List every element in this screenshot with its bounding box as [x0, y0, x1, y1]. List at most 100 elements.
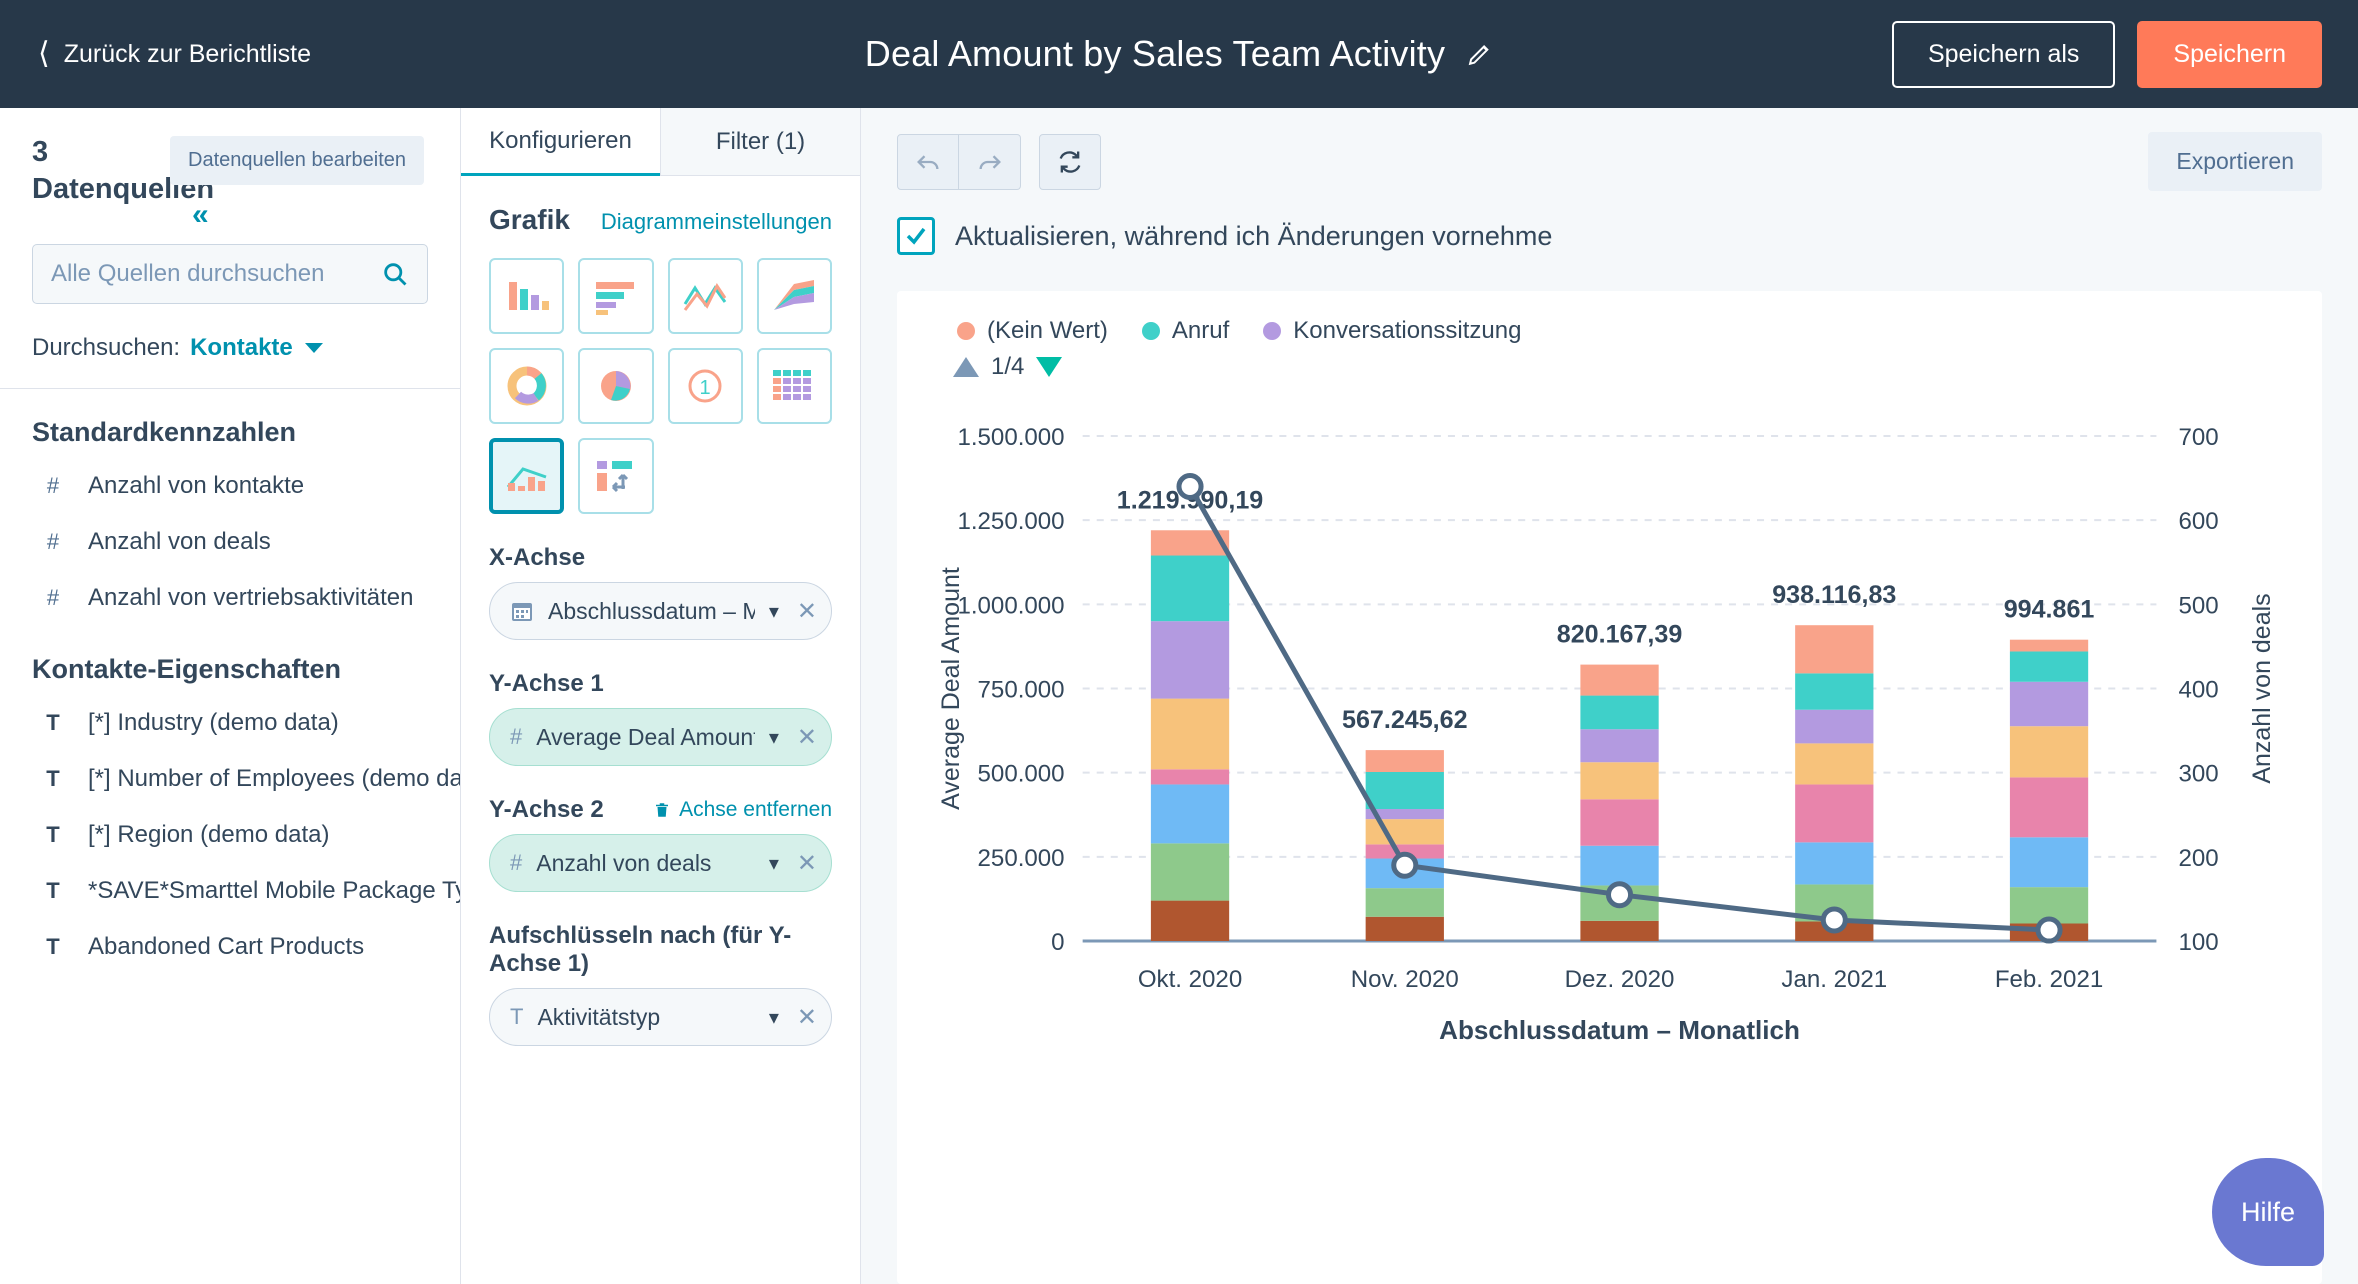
- field-label: *SAVE*Smarttel Mobile Package Type: [88, 877, 460, 905]
- chart-type-grid: 1: [489, 258, 832, 514]
- chevron-down-icon[interactable]: ▾: [769, 1005, 779, 1030]
- x-axis-label: X-Achse: [489, 544, 586, 571]
- grid-chart-icon[interactable]: [756, 348, 832, 424]
- live-update-checkbox[interactable]: [897, 217, 935, 255]
- text-icon: T: [46, 710, 60, 736]
- remove-axis-button[interactable]: Achse entfernen: [653, 798, 832, 822]
- undo-redo-group: [897, 133, 1021, 190]
- search-input[interactable]: [51, 260, 381, 289]
- svg-text:400: 400: [2178, 677, 2218, 704]
- top-bar: ⟨ Zurück zur Berichtliste Deal Amount by…: [0, 0, 2358, 108]
- pencil-icon[interactable]: [1467, 41, 1493, 67]
- x-axis-select[interactable]: Abschlussdatum – Monatlich ▾ ✕: [489, 582, 832, 640]
- chart-settings-link[interactable]: Diagrammeinstellungen: [601, 209, 832, 235]
- chart-plot-area: 0 250.000 500.000 750.000 1.000.000 1.250.000…: [897, 381, 2322, 1081]
- svg-text:600: 600: [2178, 508, 2218, 535]
- number-icon: #: [46, 529, 60, 555]
- source-search-box[interactable]: [32, 244, 428, 305]
- redo-icon[interactable]: [959, 133, 1021, 190]
- legend-label: (Kein Wert): [987, 317, 1108, 344]
- page-title: Deal Amount by Sales Team Activity: [864, 33, 1446, 74]
- edit-data-sources-button[interactable]: Datenquellen bearbeiten: [170, 136, 424, 185]
- pivot-table-icon[interactable]: [578, 438, 654, 514]
- legend-page-up-icon[interactable]: [953, 357, 979, 377]
- field-label: [*] Region (demo data): [88, 821, 330, 849]
- y-axis-2-select[interactable]: # Anzahl von deals ▾ ✕: [489, 834, 832, 892]
- horizontal-bar-chart-icon[interactable]: [578, 258, 654, 334]
- svg-text:Jan. 2021: Jan. 2021: [1781, 966, 1887, 993]
- single-value-icon[interactable]: 1: [667, 348, 743, 424]
- topbar-actions: Speichern als Speichern: [1891, 20, 2322, 88]
- combo-chart-icon[interactable]: [489, 438, 565, 514]
- back-to-report-list-link[interactable]: ⟨ Zurück zur Berichtliste: [38, 39, 311, 69]
- svg-text:567.245,62: 567.245,62: [1342, 706, 1468, 734]
- chart-section-header: Grafik Diagrammeinstellungen: [489, 204, 832, 236]
- number-icon: #: [510, 850, 523, 875]
- text-icon: T: [46, 878, 60, 904]
- tab-konfigurieren[interactable]: Konfigurieren: [461, 108, 660, 176]
- field-row-abandoned-cart-products[interactable]: T Abandoned Cart Products: [32, 919, 428, 975]
- chevron-down-icon[interactable]: ▾: [769, 725, 779, 750]
- sources-count-number: 3: [32, 136, 49, 168]
- svg-text:938.116,83: 938.116,83: [1772, 581, 1896, 609]
- field-label: [*] Number of Employees (demo data): [88, 765, 460, 793]
- close-icon[interactable]: ✕: [797, 597, 817, 626]
- live-update-label: Aktualisieren, während ich Änderungen vo…: [955, 220, 1553, 251]
- browse-label: Durchsuchen:: [32, 334, 181, 362]
- search-icon[interactable]: [381, 260, 409, 288]
- breakdown-select[interactable]: T Aktivitätstyp ▾ ✕: [489, 988, 832, 1046]
- refresh-icon[interactable]: [1039, 133, 1101, 190]
- legend-item-kein-wert[interactable]: (Kein Wert): [957, 317, 1108, 345]
- field-row-smarttel-mobile-package-type[interactable]: T *SAVE*Smarttel Mobile Package Type: [32, 863, 460, 919]
- field-row-number-of-employees[interactable]: T [*] Number of Employees (demo data): [32, 751, 460, 807]
- field-list: Standardkennzahlen # Anzahl von kontakte…: [0, 389, 460, 1284]
- y-axis-1-label: Y-Achse 1: [489, 670, 604, 697]
- svg-text:100: 100: [2178, 929, 2218, 956]
- y-axis-2-header: Y-Achse 2 Achse entfernen: [489, 796, 832, 824]
- breakdown-label: Aufschlüsseln nach (für Y-Achse 1): [489, 922, 792, 977]
- chevron-down-icon[interactable]: ▾: [769, 851, 779, 876]
- svg-text:700: 700: [2178, 424, 2218, 451]
- help-button[interactable]: Hilfe: [2212, 1158, 2324, 1266]
- pie-chart-icon[interactable]: [578, 348, 654, 424]
- svg-text:820.167,39: 820.167,39: [1557, 621, 1683, 649]
- save-button[interactable]: Speichern: [2137, 20, 2322, 88]
- undo-icon[interactable]: [897, 133, 959, 190]
- field-row-region[interactable]: T [*] Region (demo data): [32, 807, 428, 863]
- x-axis-value: Abschlussdatum – Monatlich: [548, 597, 755, 624]
- line-chart-icon[interactable]: [667, 258, 743, 334]
- tab-filter[interactable]: Filter (1): [660, 108, 860, 176]
- close-icon[interactable]: ✕: [797, 849, 817, 878]
- close-icon[interactable]: ✕: [797, 723, 817, 752]
- field-row-count-contacts[interactable]: # Anzahl von kontakte: [32, 458, 428, 514]
- save-as-button[interactable]: Speichern als: [1891, 20, 2116, 88]
- svg-text:500.000: 500.000: [978, 761, 1065, 788]
- chevron-double-left-icon[interactable]: «: [192, 198, 209, 232]
- chevron-down-icon[interactable]: [304, 343, 323, 354]
- svg-text:200: 200: [2178, 845, 2218, 872]
- report-title-group: Deal Amount by Sales Team Activity: [865, 33, 1493, 75]
- donut-chart-icon[interactable]: [489, 348, 565, 424]
- legend-item-anruf[interactable]: Anruf: [1141, 317, 1229, 345]
- back-link-label: Zurück zur Berichtliste: [63, 39, 312, 68]
- text-icon: T: [46, 822, 60, 848]
- svg-text:1.250.000: 1.250.000: [957, 508, 1064, 535]
- svg-text:300: 300: [2178, 761, 2218, 788]
- y-axis-1-select[interactable]: # Average Deal Amount ▾ ✕: [489, 708, 832, 766]
- chart-card: (Kein Wert) Anruf Konversationssitzung 1…: [897, 291, 2322, 1284]
- chart-legend: (Kein Wert) Anruf Konversationssitzung: [897, 291, 2322, 345]
- vertical-bar-chart-icon[interactable]: [489, 258, 565, 334]
- svg-text:994.861: 994.861: [2004, 596, 2095, 624]
- field-row-count-deals[interactable]: # Anzahl von deals: [32, 514, 428, 570]
- legend-item-konversationssitzung[interactable]: Konversationssitzung: [1263, 317, 1521, 345]
- export-button[interactable]: Exportieren: [2148, 132, 2322, 191]
- chevron-down-icon[interactable]: ▾: [769, 599, 779, 624]
- area-chart-icon[interactable]: [756, 258, 832, 334]
- svg-text:Anzahl von deals: Anzahl von deals: [2248, 593, 2276, 783]
- field-row-count-sales-activities[interactable]: # Anzahl von vertriebsaktivitäten: [32, 570, 428, 626]
- close-icon[interactable]: ✕: [797, 1003, 817, 1032]
- legend-color-dot: [957, 322, 975, 340]
- browse-object-select[interactable]: Kontakte: [190, 334, 293, 362]
- field-row-industry[interactable]: T [*] Industry (demo data): [32, 695, 428, 751]
- legend-page-down-icon[interactable]: [1036, 357, 1063, 377]
